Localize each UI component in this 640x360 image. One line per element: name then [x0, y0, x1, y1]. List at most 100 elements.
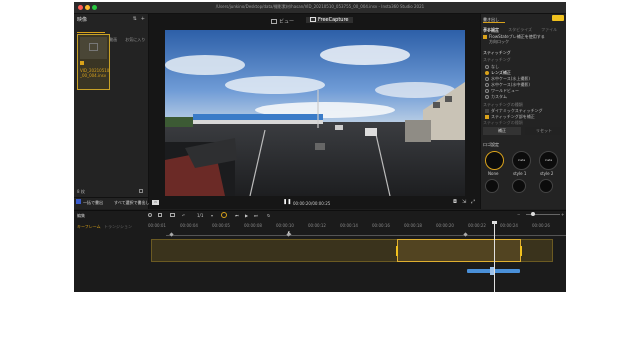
- tick-label: 00:00:16: [372, 223, 390, 228]
- keyframe-target-icon[interactable]: [221, 212, 227, 218]
- app-window: /Users/junkino/Desktop/data/撮影素材/hasan/V…: [74, 2, 566, 292]
- thumbnail-image: [80, 37, 107, 59]
- dynamic-stitching-label: ダイナミックスティッチング: [491, 108, 543, 113]
- reset-button[interactable]: リセット: [525, 127, 563, 135]
- tab-transition[interactable]: トランジション: [104, 224, 132, 230]
- view-icon: [271, 19, 277, 24]
- tab-view-label: ビュー: [279, 19, 295, 25]
- tick-label: 00:00:01: [148, 223, 166, 228]
- radio-icon: [485, 77, 489, 81]
- undo-icon[interactable]: ↶: [182, 213, 185, 218]
- zoom-in-icon[interactable]: +: [561, 212, 564, 217]
- radio-icon: [485, 95, 489, 99]
- playback-bar: ▭ ❚❚ 00:00:20/00:00:25 ◘ ⇲ ⤢: [149, 198, 480, 209]
- logo-style-2-glyph: insta: [544, 158, 553, 162]
- aspect-icon[interactable]: ▭: [152, 200, 159, 205]
- video-frame[interactable]: [165, 30, 465, 196]
- tab-videos[interactable]: 動画: [109, 37, 117, 42]
- zoom-slider-knob[interactable]: [531, 212, 535, 216]
- export-button[interactable]: [552, 15, 564, 21]
- divider: [74, 197, 148, 198]
- checkbox-checked-icon: [485, 115, 489, 119]
- mouse-cursor-icon: ↖: [287, 230, 293, 237]
- direction-lock-label[interactable]: 方向ロック: [489, 39, 509, 45]
- playhead[interactable]: [494, 222, 495, 292]
- thumbnail-filename-2: _00_004.insv: [80, 73, 107, 78]
- tick-label: 00:00:14: [340, 223, 358, 228]
- radio-none-label: なし: [491, 64, 499, 69]
- clip-trim-right[interactable]: [520, 246, 522, 256]
- tick-label: 00:00:26: [532, 223, 550, 228]
- logo-style-more-a[interactable]: [485, 179, 499, 193]
- logo-style-1-label: style 1: [513, 171, 527, 176]
- checkbox-unchecked-icon: [485, 109, 489, 113]
- playhead-handle[interactable]: [492, 221, 497, 224]
- logo-title: ロゴ設定: [483, 142, 499, 147]
- tick-label: 00:00:04: [180, 223, 198, 228]
- export-all-button[interactable]: すべて選択で書出し: [114, 200, 150, 206]
- next-keyframe-icon[interactable]: ⏭: [254, 213, 258, 218]
- radio-worldview-label: ワールドビュー: [491, 88, 519, 93]
- tab-freecapture[interactable]: FreeCapture: [306, 17, 353, 23]
- adjust-button[interactable]: 補正: [483, 127, 521, 135]
- radio-icon: [485, 89, 489, 93]
- batch-export-icon: [76, 199, 81, 204]
- batch-export-button[interactable]: 一括で書出: [83, 200, 103, 206]
- play-icon[interactable]: ▶: [245, 213, 248, 218]
- media-panel-title: 映像: [77, 17, 88, 23]
- clip-trim-left[interactable]: [396, 246, 398, 256]
- active-tab-underline: [483, 22, 505, 23]
- tab-file[interactable]: ファイル: [541, 27, 557, 32]
- snapshot-icon[interactable]: ◘: [453, 199, 457, 205]
- stitch-extra: スティッチングの種類: [483, 120, 523, 125]
- play-pause-button[interactable]: ❚❚: [283, 199, 291, 205]
- preview-viewer: ビュー FreeCapture: [149, 14, 480, 209]
- speed-dropdown-icon[interactable]: ▾: [211, 213, 213, 218]
- selected-check-icon: [80, 61, 84, 65]
- logo-style-2-label: style 2: [540, 171, 554, 176]
- tab-freecapture-label: FreeCapture: [318, 17, 349, 23]
- logo-style-none[interactable]: [485, 151, 504, 170]
- add-media-icon[interactable]: +: [141, 16, 145, 22]
- keyframe-line: [166, 235, 566, 236]
- screenshot-icon[interactable]: [170, 213, 175, 217]
- stitching-title: スティッチング: [483, 50, 511, 55]
- loop-icon[interactable]: ↻: [267, 213, 270, 218]
- tab-view[interactable]: ビュー: [271, 18, 294, 25]
- timeline-panel: 編集 ↶ 1/1 ▾ ⏮ ▶ ⏭ ↻ − + キーフレーム トランジション 00…: [74, 210, 566, 292]
- time-ruler[interactable]: 00:00:01 00:00:04 00:00:05 00:00:08 00:0…: [148, 223, 566, 233]
- media-panel: 映像 + ⇅ 全て 写真 動画 お気に入り VID_20210510 _00_0…: [74, 14, 150, 209]
- radio-underwater-below-label: 水中ケース(水中撮影): [491, 82, 530, 87]
- checkbox-checked-icon: [483, 35, 487, 39]
- media-thumbnail[interactable]: VID_20210510 _00_004.insv: [77, 34, 110, 90]
- radio-selected-icon: [485, 71, 489, 75]
- logo-style-more-c[interactable]: [539, 179, 553, 193]
- radio-custom[interactable]: カスタム: [485, 94, 507, 100]
- add-keyframe-icon[interactable]: [148, 213, 152, 217]
- stitch-fix-label: スティッチング部を補正: [491, 114, 535, 119]
- prev-keyframe-icon[interactable]: ⏮: [235, 213, 239, 218]
- share-icon[interactable]: ⇲: [462, 199, 466, 205]
- fullscreen-icon[interactable]: ⤢: [471, 199, 475, 205]
- delete-icon[interactable]: [139, 189, 143, 193]
- stitching-sub: スティッチング: [483, 57, 511, 62]
- logo-style-1[interactable]: insta: [512, 151, 531, 170]
- tab-favorites[interactable]: お気に入り: [125, 37, 145, 42]
- tick-label: 00:00:18: [404, 223, 422, 228]
- tick-label: 00:00:05: [212, 223, 230, 228]
- radio-icon: [485, 65, 489, 69]
- tab-keyframe[interactable]: キーフレーム: [77, 224, 101, 230]
- split-icon[interactable]: [158, 213, 162, 217]
- logo-style-more-b[interactable]: [512, 179, 526, 193]
- tab-stabilize[interactable]: スタビライズ: [508, 27, 532, 32]
- radio-custom-label: カスタム: [491, 94, 507, 99]
- tick-label: 00:00:24: [500, 223, 518, 228]
- radio-icon: [485, 83, 489, 87]
- zoom-out-icon[interactable]: −: [517, 212, 520, 217]
- selected-clip[interactable]: [396, 239, 522, 262]
- tick-label: 00:00:20: [436, 223, 454, 228]
- radio-underwater-above-label: 水中ケース(水上撮影): [491, 76, 530, 81]
- sort-icon[interactable]: ⇅: [133, 16, 137, 22]
- speed-value[interactable]: 1/1: [197, 213, 203, 218]
- logo-style-2[interactable]: insta: [539, 151, 558, 170]
